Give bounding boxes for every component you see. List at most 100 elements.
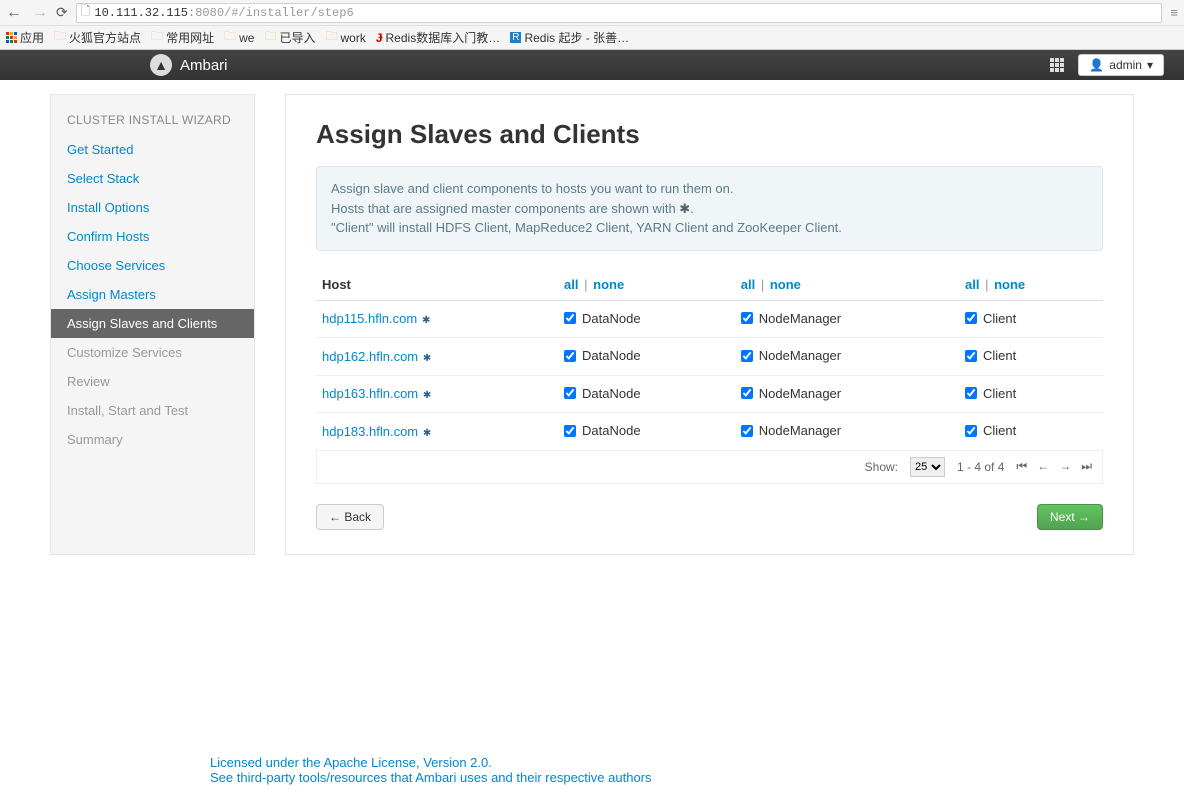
bookmark-item[interactable]: RRedis 起步 - 张善…: [510, 29, 629, 46]
apps-label: 应用: [20, 29, 44, 46]
checkbox-input[interactable]: [741, 312, 753, 324]
show-label: Show:: [865, 460, 898, 474]
select-all[interactable]: all: [564, 277, 578, 292]
back-icon[interactable]: ←: [6, 4, 22, 22]
menu-icon[interactable]: ≡: [1170, 5, 1178, 20]
wizard-title: CLUSTER INSTALL WIZARD: [51, 113, 254, 135]
brand[interactable]: ▲ Ambari: [150, 54, 228, 76]
component-label: DataNode: [582, 423, 641, 438]
select-all[interactable]: all: [965, 277, 979, 292]
checkbox-input[interactable]: [564, 425, 576, 437]
bookmark-item[interactable]: 🗀we: [224, 27, 254, 48]
next-button[interactable]: Next →: [1037, 504, 1103, 530]
asterisk-icon: ✱: [679, 201, 690, 216]
host-link[interactable]: hdp163.hfln.com: [322, 386, 418, 401]
component-checkbox[interactable]: DataNode: [564, 348, 641, 363]
component-label: Client: [983, 348, 1016, 363]
wizard-step-install-start-and-test: Install, Start and Test: [51, 396, 254, 425]
wizard-step-assign-slaves-and-clients[interactable]: Assign Slaves and Clients: [51, 309, 254, 338]
component-label: NodeManager: [759, 348, 841, 363]
table-row: hdp163.hfln.com ✱DataNodeNodeManagerClie…: [316, 375, 1103, 413]
url-path: /#/installer/step6: [224, 6, 354, 20]
wizard-step-assign-masters[interactable]: Assign Masters: [51, 280, 254, 309]
bookmark-item[interactable]: 🗀火狐官方站点: [54, 27, 141, 48]
folder-icon: 🗀: [151, 27, 163, 48]
asterisk-icon: ✱: [419, 315, 430, 326]
checkbox-input[interactable]: [965, 312, 977, 324]
host-link[interactable]: hdp183.hfln.com: [322, 424, 418, 439]
back-button[interactable]: ← Back: [316, 504, 384, 530]
file-icon: 🗋: [81, 2, 91, 23]
component-checkbox[interactable]: DataNode: [564, 386, 641, 401]
apps-button[interactable]: 应用: [6, 29, 44, 46]
col-client: all | none: [959, 269, 1103, 301]
component-checkbox[interactable]: NodeManager: [741, 311, 841, 326]
select-none[interactable]: none: [770, 277, 801, 292]
wizard-step-select-stack[interactable]: Select Stack: [51, 164, 254, 193]
select-all[interactable]: all: [741, 277, 755, 292]
prev-page-icon[interactable]: ←: [1037, 459, 1049, 474]
next-page-icon[interactable]: →: [1059, 459, 1071, 474]
bookmark-item[interactable]: ɈRedis数据库入门教…: [376, 29, 500, 46]
bookmark-item[interactable]: 🗀常用网址: [151, 27, 214, 48]
info-line: Hosts that are assigned master component…: [331, 199, 1088, 219]
col-host: Host: [316, 269, 558, 301]
info-box: Assign slave and client components to ho…: [316, 166, 1103, 251]
checkbox-input[interactable]: [965, 425, 977, 437]
footer: Licensed under the Apache License, Versi…: [0, 595, 1184, 805]
component-checkbox[interactable]: NodeManager: [741, 423, 841, 438]
user-icon: 👤: [1089, 58, 1104, 72]
wizard-step-choose-services[interactable]: Choose Services: [51, 251, 254, 280]
component-label: NodeManager: [759, 311, 841, 326]
wizard-step-review: Review: [51, 367, 254, 396]
admin-dropdown[interactable]: 👤 admin ▾: [1078, 54, 1164, 76]
last-page-icon[interactable]: ⏭: [1081, 459, 1092, 474]
thirdparty-link[interactable]: See third-party tools/resources that Amb…: [210, 770, 652, 785]
component-checkbox[interactable]: Client: [965, 348, 1016, 363]
table-row: hdp162.hfln.com ✱DataNodeNodeManagerClie…: [316, 338, 1103, 376]
wizard-step-install-options[interactable]: Install Options: [51, 193, 254, 222]
wizard-step-confirm-hosts[interactable]: Confirm Hosts: [51, 222, 254, 251]
checkbox-input[interactable]: [965, 350, 977, 362]
ambari-logo-icon: ▲: [150, 54, 172, 76]
select-none[interactable]: none: [994, 277, 1025, 292]
redis-icon: R: [510, 32, 521, 43]
folder-icon: 🗀: [224, 27, 236, 48]
first-page-icon[interactable]: ⏮: [1016, 459, 1027, 474]
host-link[interactable]: hdp115.hfln.com: [322, 311, 417, 326]
page-size-select[interactable]: 25: [910, 457, 945, 477]
checkbox-input[interactable]: [741, 387, 753, 399]
checkbox-input[interactable]: [741, 350, 753, 362]
info-line: Assign slave and client components to ho…: [331, 179, 1088, 199]
bookmark-item[interactable]: 🗀已导入: [264, 27, 315, 48]
component-checkbox[interactable]: NodeManager: [741, 386, 841, 401]
checkbox-input[interactable]: [564, 387, 576, 399]
component-label: DataNode: [582, 386, 641, 401]
forward-icon[interactable]: →: [32, 4, 48, 22]
bookmark-item[interactable]: 🗀work: [325, 27, 365, 48]
reload-icon[interactable]: ⟳: [56, 4, 68, 21]
wizard-step-get-started[interactable]: Get Started: [51, 135, 254, 164]
component-checkbox[interactable]: NodeManager: [741, 348, 841, 363]
views-icon[interactable]: [1050, 58, 1064, 72]
checkbox-input[interactable]: [564, 312, 576, 324]
select-none[interactable]: none: [593, 277, 624, 292]
component-checkbox[interactable]: DataNode: [564, 311, 641, 326]
folder-icon: 🗀: [54, 27, 66, 48]
nav-arrows: ← →: [6, 4, 48, 22]
redis-icon: Ɉ: [376, 31, 383, 45]
checkbox-input[interactable]: [965, 387, 977, 399]
host-link[interactable]: hdp162.hfln.com: [322, 349, 418, 364]
admin-label: admin: [1109, 58, 1142, 72]
component-checkbox[interactable]: Client: [965, 386, 1016, 401]
component-checkbox[interactable]: Client: [965, 311, 1016, 326]
ambari-header: ▲ Ambari 👤 admin ▾: [0, 50, 1184, 80]
checkbox-input[interactable]: [564, 350, 576, 362]
address-bar[interactable]: 🗋 10.111.32.115 :8080 /#/installer/step6: [76, 3, 1163, 23]
component-checkbox[interactable]: Client: [965, 423, 1016, 438]
checkbox-input[interactable]: [741, 425, 753, 437]
component-checkbox[interactable]: DataNode: [564, 423, 641, 438]
license-link[interactable]: Licensed under the Apache License, Versi…: [210, 755, 492, 770]
component-label: NodeManager: [759, 386, 841, 401]
table-row: hdp115.hfln.com ✱ DataNode NodeManager Clie…: [316, 300, 1103, 338]
